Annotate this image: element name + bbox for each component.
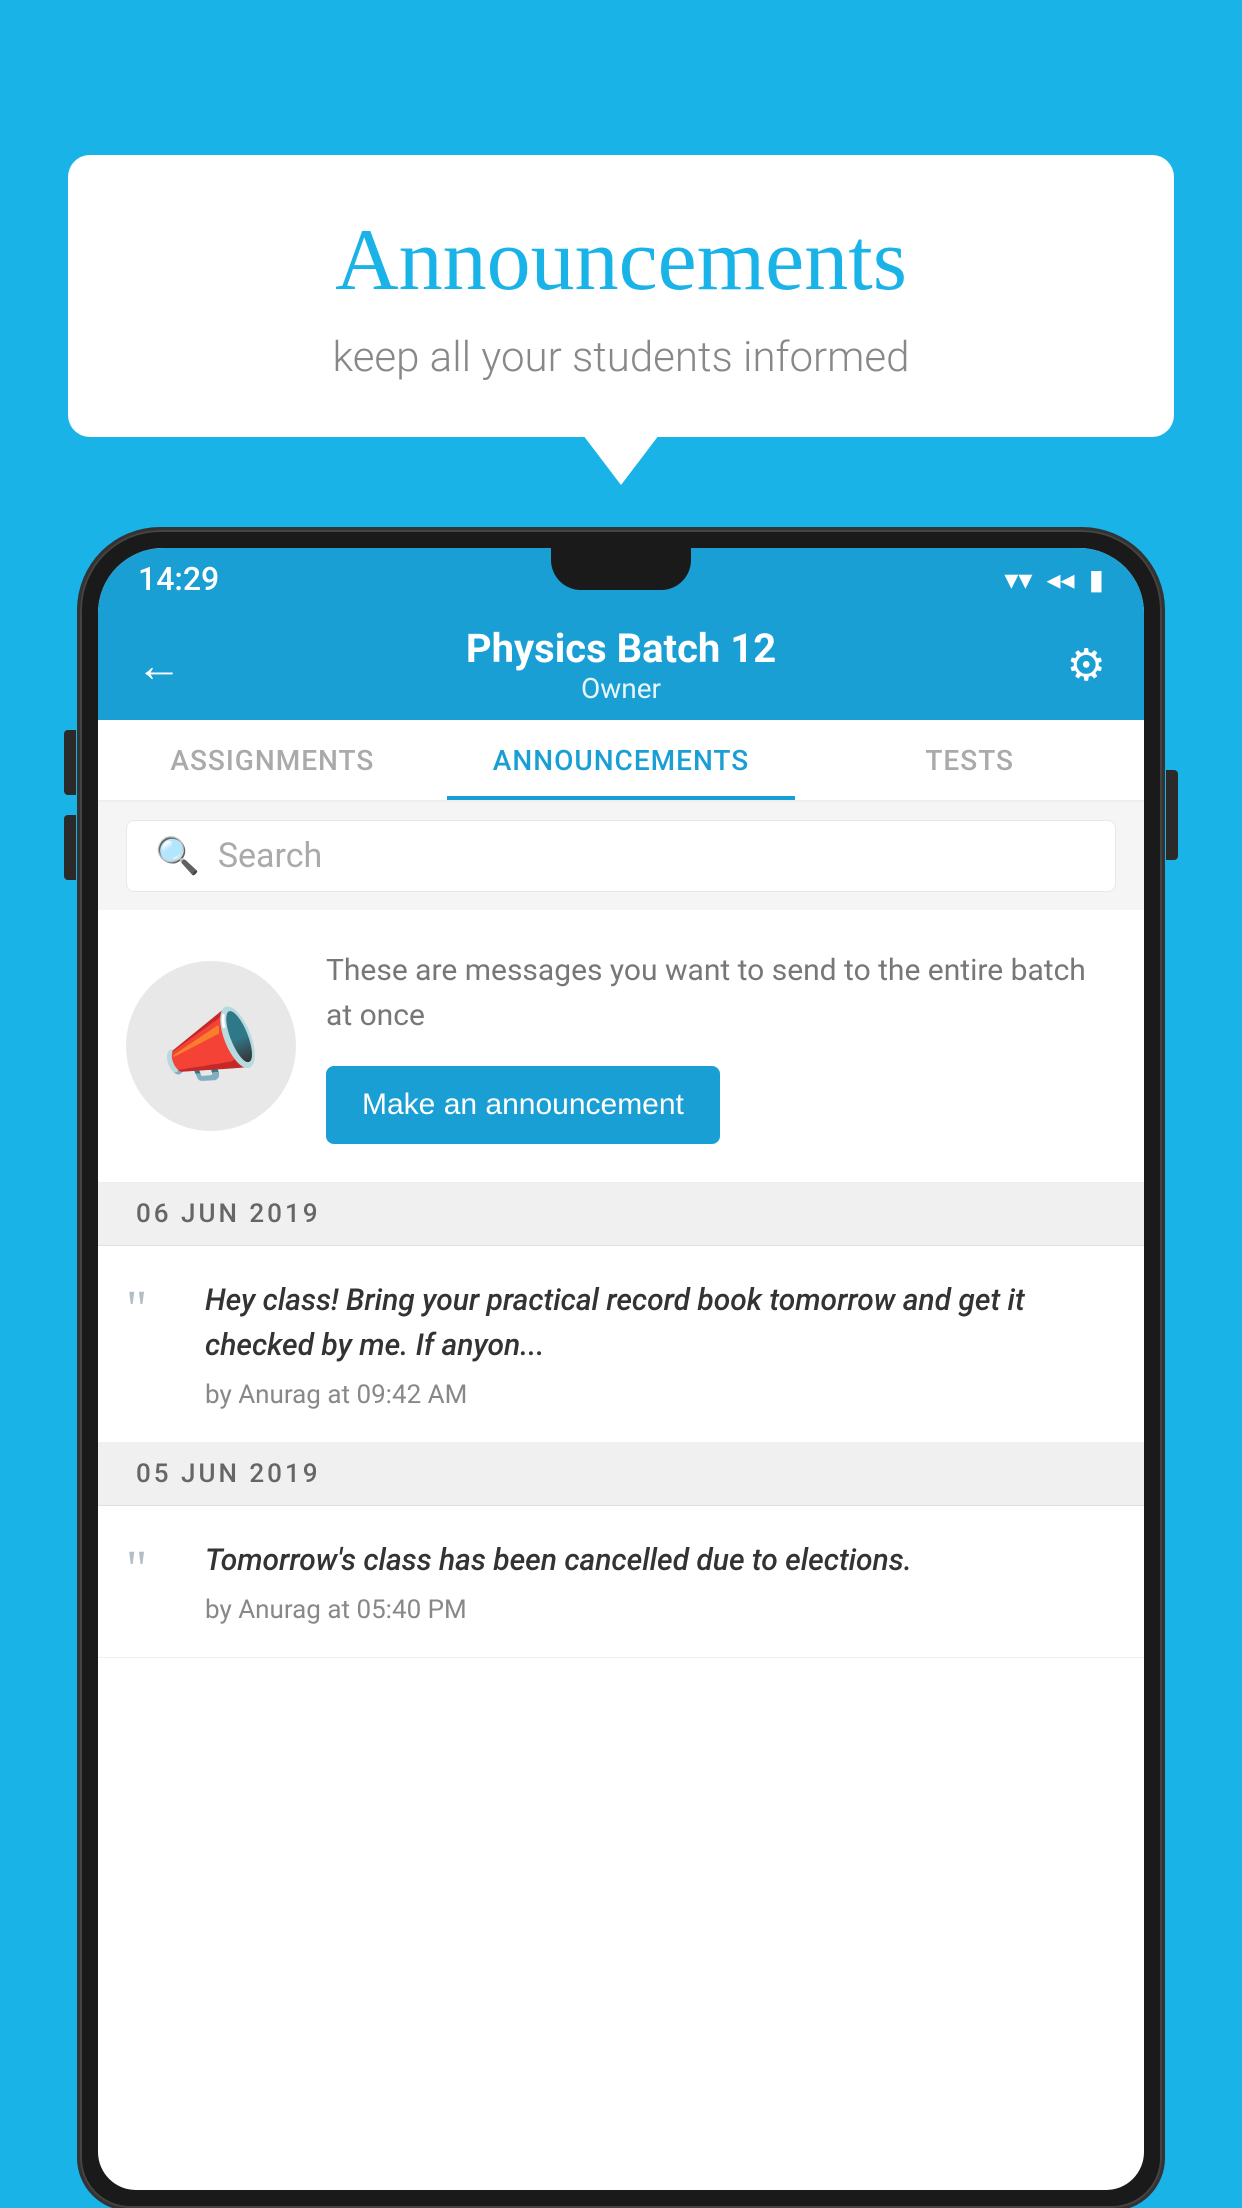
settings-icon[interactable]: ⚙	[1067, 639, 1106, 691]
tab-announcements[interactable]: ANNOUNCEMENTS	[447, 720, 796, 800]
status-time: 14:29	[138, 560, 219, 598]
app-bar-title-section: Physics Batch 12 Owner	[466, 625, 776, 705]
announcement-content-2: Tomorrow's class has been cancelled due …	[205, 1538, 1116, 1625]
search-container: 🔍 Search	[98, 802, 1144, 910]
volume-button-up	[64, 730, 76, 795]
speech-bubble: Announcements keep all your students inf…	[68, 155, 1174, 437]
quote-icon-1: "	[126, 1284, 181, 1336]
announcement-text-1: Hey class! Bring your practical record b…	[205, 1278, 1116, 1368]
status-icons: ▾▾ ◂◂ ▮	[1004, 563, 1104, 596]
announcement-empty-description: These are messages you want to send to t…	[326, 948, 1116, 1038]
megaphone-icon: 📣	[161, 999, 261, 1093]
search-icon: 🔍	[155, 835, 200, 877]
back-button[interactable]: ←	[136, 638, 182, 693]
announcement-empty-state: 📣 These are messages you want to send to…	[98, 910, 1144, 1183]
announcement-text-2: Tomorrow's class has been cancelled due …	[205, 1538, 1116, 1583]
announcement-item-2[interactable]: " Tomorrow's class has been cancelled du…	[98, 1506, 1144, 1658]
bubble-title: Announcements	[128, 210, 1114, 311]
search-placeholder: Search	[218, 836, 322, 876]
tabs-container: ASSIGNMENTS ANNOUNCEMENTS TESTS	[98, 720, 1144, 802]
quote-icon-2: "	[126, 1544, 181, 1596]
app-bar: ← Physics Batch 12 Owner ⚙	[98, 610, 1144, 720]
app-bar-subtitle: Owner	[466, 672, 776, 705]
date-separator-1: 06 JUN 2019	[98, 1183, 1144, 1246]
signal-icon: ◂◂	[1046, 563, 1074, 596]
search-bar[interactable]: 🔍 Search	[126, 820, 1116, 892]
announcement-item-1[interactable]: " Hey class! Bring your practical record…	[98, 1246, 1144, 1443]
announcement-content-1: Hey class! Bring your practical record b…	[205, 1278, 1116, 1410]
announcement-meta-1: by Anurag at 09:42 AM	[205, 1380, 1116, 1410]
announcement-empty-content: These are messages you want to send to t…	[326, 948, 1116, 1144]
volume-button-down	[64, 815, 76, 880]
app-bar-title: Physics Batch 12	[466, 625, 776, 672]
wifi-icon: ▾▾	[1004, 563, 1032, 596]
make-announcement-button[interactable]: Make an announcement	[326, 1066, 720, 1144]
announcement-icon-circle: 📣	[126, 961, 296, 1131]
tab-assignments[interactable]: ASSIGNMENTS	[98, 720, 447, 800]
phone-screen: 14:29 ▾▾ ◂◂ ▮ ← Physics Batch 12 Owner ⚙…	[98, 548, 1144, 2190]
phone-mockup: 14:29 ▾▾ ◂◂ ▮ ← Physics Batch 12 Owner ⚙…	[80, 530, 1162, 2208]
battery-icon: ▮	[1089, 563, 1104, 596]
date-separator-2: 05 JUN 2019	[98, 1443, 1144, 1506]
announcement-meta-2: by Anurag at 05:40 PM	[205, 1595, 1116, 1625]
speech-bubble-container: Announcements keep all your students inf…	[68, 155, 1174, 437]
bubble-subtitle: keep all your students informed	[128, 333, 1114, 382]
status-bar: 14:29 ▾▾ ◂◂ ▮	[98, 548, 1144, 610]
power-button	[1166, 770, 1178, 860]
tab-tests[interactable]: TESTS	[795, 720, 1144, 800]
notch	[551, 548, 691, 590]
